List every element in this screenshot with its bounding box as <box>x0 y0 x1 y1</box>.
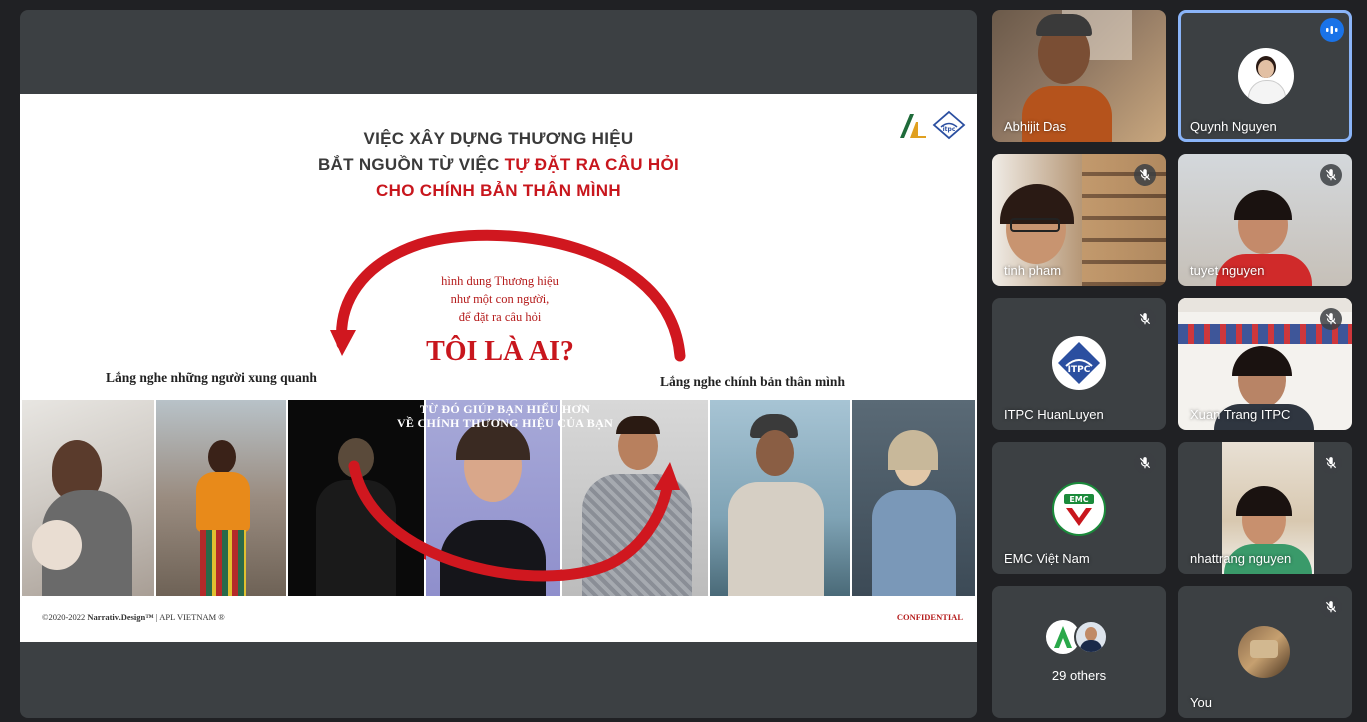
mic-off-icon <box>1320 308 1342 330</box>
speaking-indicator-icon <box>1320 18 1344 42</box>
mic-off-icon <box>1320 452 1342 474</box>
photo-caption: TỪ ĐÓ GIÚP BẠN HIỂU HƠN VỀ CHÍNH THƯƠNG … <box>372 402 638 430</box>
photo-caption-line1: TỪ ĐÓ GIÚP BẠN HIỂU HƠN <box>419 402 591 416</box>
arc-text-line1: hình dung Thương hiệu <box>441 274 559 288</box>
label-listen-self: Lắng nghe chính bản thân mình <box>660 374 845 389</box>
participant-tile-itpc-huanluyen[interactable]: ITPC ITPC HuanLuyen <box>992 298 1166 430</box>
participant-tile-tinh-pham[interactable]: tinh pham <box>992 154 1166 286</box>
arc-description: hình dung Thương hiệu như một con người,… <box>400 272 600 326</box>
itpc-logo-text: ITPC <box>1068 365 1091 375</box>
photo-older-man <box>710 400 850 596</box>
participant-tile-abhijit-das[interactable]: Abhijit Das <box>992 10 1166 142</box>
other-participant-avatar <box>1074 620 1108 654</box>
mic-off-icon <box>1134 308 1156 330</box>
avatar <box>1238 48 1294 104</box>
arc-text-line2: như một con người, <box>450 292 550 306</box>
participant-tile-others[interactable]: 29 others <box>992 586 1166 718</box>
participant-name: nhattrang nguyen <box>1190 551 1292 566</box>
photo-denim-woman <box>852 400 975 596</box>
mic-off-icon <box>1320 164 1342 186</box>
emc-logo-text: EMC <box>1069 495 1088 504</box>
slide-confidential: CONFIDENTIAL <box>896 612 963 622</box>
participant-name: Abhijit Das <box>1004 119 1067 134</box>
copyright-prefix: ©2020-2022 <box>42 612 88 622</box>
photo-mother-child <box>22 400 154 596</box>
participant-name: ITPC HuanLuyen <box>1004 407 1104 422</box>
presentation-stage: VIỆC XÂY DỰNG THƯƠNG HIỆU BẮT NGUỒN TỪ V… <box>20 10 977 718</box>
participant-tile-emc-viet-nam[interactable]: EMC EMC Việt Nam <box>992 442 1166 574</box>
participant-tile-quynh-nguyen[interactable]: Quynh Nguyen <box>1178 10 1352 142</box>
copyright-brand: Narrativ.Design™ <box>87 612 154 622</box>
emc-logo-icon: EMC <box>1052 482 1106 536</box>
mic-off-icon <box>1134 452 1156 474</box>
participant-name: tuyet nguyen <box>1190 263 1265 278</box>
participant-tile-nhattrang-nguyen[interactable]: nhattrang nguyen <box>1178 442 1352 574</box>
participant-name: EMC Việt Nam <box>1004 551 1090 566</box>
participant-tile-you[interactable]: You <box>1178 586 1352 718</box>
avatar <box>1238 626 1290 678</box>
label-listen-others: Lắng nghe những người xung quanh <box>106 370 317 385</box>
mic-off-icon <box>1134 164 1156 186</box>
presentation-slide: VIỆC XÂY DỰNG THƯƠNG HIỆU BẮT NGUỒN TỪ V… <box>20 94 977 642</box>
participant-name: Quynh Nguyen <box>1190 119 1277 134</box>
participant-name: You <box>1190 695 1212 710</box>
copyright-suffix: | APL VIETNAM ® <box>153 612 225 622</box>
arc-text-line3: để đặt ra câu hỏi <box>458 310 542 324</box>
participant-name: Xuan Trang ITPC <box>1190 407 1291 422</box>
others-count: 29 others <box>1051 668 1107 683</box>
slide-copyright: ©2020-2022 Narrativ.Design™ | APL VIETNA… <box>42 612 225 622</box>
participant-tile-tuyet-nguyen[interactable]: tuyet nguyen <box>1178 154 1352 286</box>
itpc-logo-icon: ITPC <box>1052 336 1106 390</box>
photo-woman-street <box>156 400 286 596</box>
photo-caption-line2: VỀ CHÍNH THƯƠNG HIỆU CỦA BẠN <box>396 416 614 430</box>
participant-tile-xuan-trang-itpc[interactable]: Xuan Trang ITPC <box>1178 298 1352 430</box>
participant-name: tinh pham <box>1004 263 1062 278</box>
question-heading: TÔI LÀ AI? <box>426 336 574 367</box>
mic-off-icon <box>1320 596 1342 618</box>
